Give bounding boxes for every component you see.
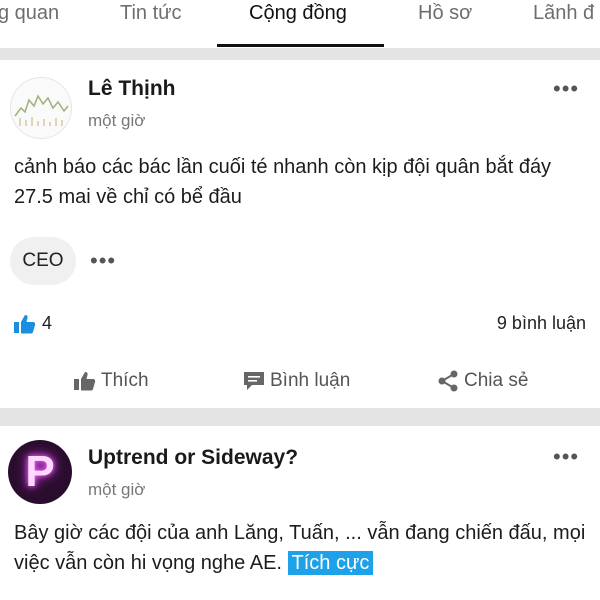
post-time: một giờ (88, 480, 146, 499)
sentiment-tag[interactable]: Tích cực (287, 551, 374, 575)
active-tab-indicator (217, 44, 384, 47)
thumbs-up-icon (14, 314, 36, 333)
top-tab-bar: g quan Tin tức Cộng đồng Hồ sơ Lãnh đ (0, 0, 600, 48)
like-label: Thích (101, 370, 149, 391)
post-time: một giờ (88, 111, 146, 130)
post-content: Bây giờ các đội của anh Lăng, Tuấn, ... … (14, 518, 589, 578)
tab-overview[interactable]: g quan (0, 2, 59, 25)
tab-community[interactable]: Cộng đồng (249, 2, 347, 25)
post-content: cảnh báo các bác lần cuối té nhanh còn k… (14, 156, 552, 208)
avatar[interactable]: P (8, 440, 72, 504)
post-author[interactable]: Uptrend or Sideway? (88, 446, 298, 470)
tab-profile[interactable]: Hồ sơ (418, 2, 472, 25)
like-button[interactable]: Thích (74, 370, 149, 392)
comment-button[interactable]: Bình luận (243, 370, 350, 392)
comment-icon (244, 372, 264, 390)
thumbs-up-icon (74, 372, 96, 391)
more-options-icon[interactable]: ••• (553, 78, 579, 100)
comment-label: Bình luận (270, 370, 351, 391)
reaction-summary[interactable]: 4 (14, 313, 52, 334)
tab-news[interactable]: Tin tức (120, 2, 182, 25)
chart-thumbnail-icon (14, 94, 69, 126)
post-author[interactable]: Lê Thịnh (88, 77, 176, 101)
share-button[interactable]: Chia sẻ (437, 370, 528, 392)
like-count: 4 (42, 313, 53, 333)
user-role-chip[interactable]: CEO (10, 237, 76, 285)
tab-leaders[interactable]: Lãnh đ (533, 2, 594, 25)
avatar[interactable] (10, 77, 72, 139)
avatar-letter: P (25, 447, 55, 496)
section-divider (0, 48, 600, 60)
post-divider (0, 408, 600, 426)
comment-count[interactable]: 9 bình luận (497, 313, 586, 334)
chip-more-icon[interactable]: ••• (90, 250, 116, 272)
share-icon (438, 370, 458, 392)
share-label: Chia sẻ (464, 370, 529, 391)
more-options-icon[interactable]: ••• (553, 446, 579, 468)
